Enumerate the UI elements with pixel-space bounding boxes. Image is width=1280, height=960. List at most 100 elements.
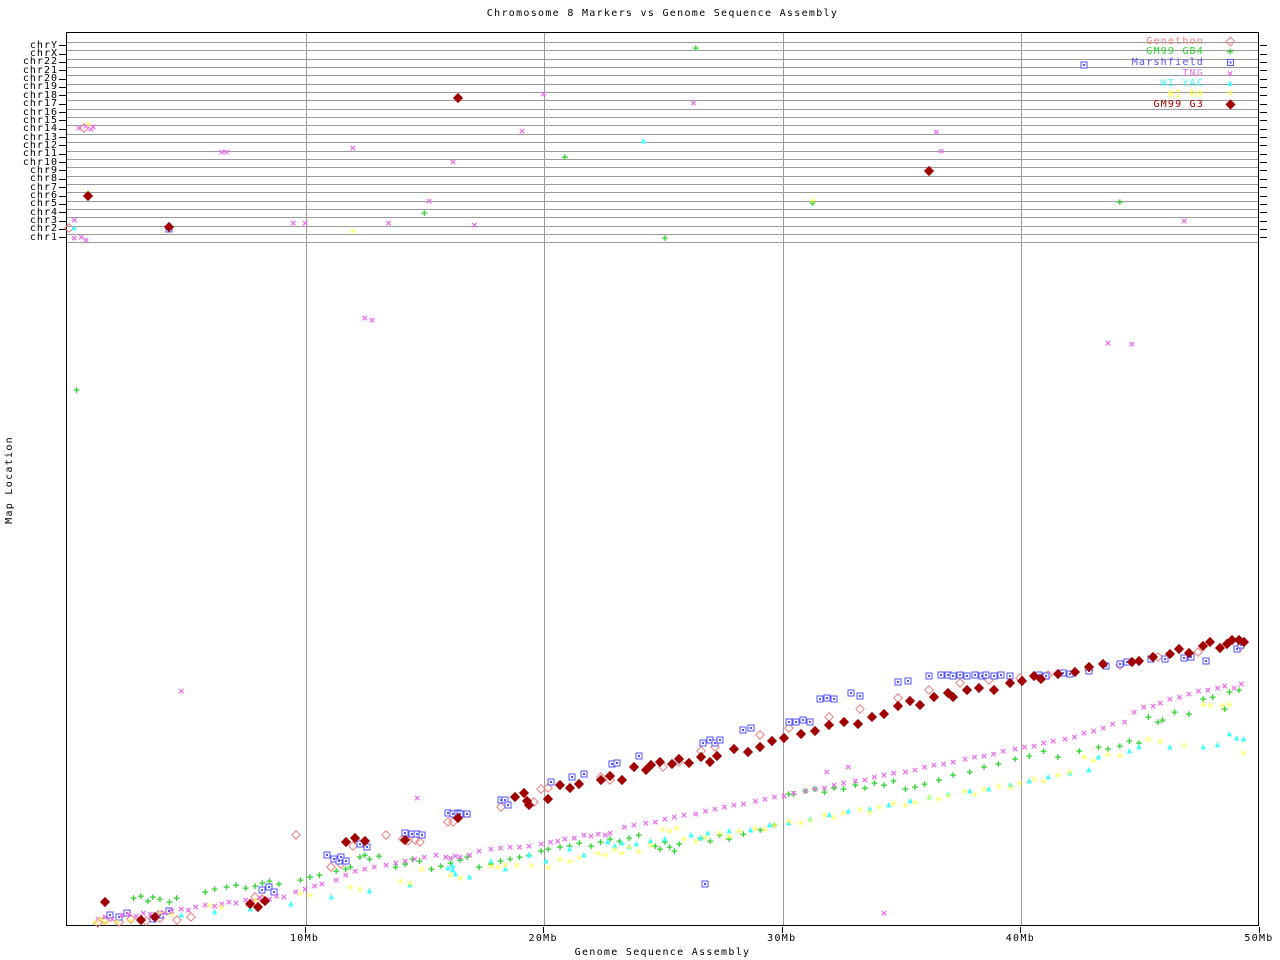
data-point-tng: × <box>540 88 547 99</box>
data-point-wi-rh: ✳ <box>544 864 552 873</box>
data-point-tng: × <box>1021 742 1028 753</box>
data-point-wi-rh: ✳ <box>785 819 793 828</box>
data-point-tng: × <box>643 818 650 829</box>
data-point-marshfield <box>580 771 587 778</box>
data-point-tng: × <box>192 902 199 913</box>
data-point-gm99-gb4: + <box>626 832 633 843</box>
data-point-tng: × <box>385 217 392 228</box>
data-point-tng: × <box>311 880 318 891</box>
data-point-wi-rh: ✳ <box>85 121 93 130</box>
data-point-tng: × <box>950 756 957 767</box>
data-point-tng: × <box>845 762 852 773</box>
data-point-tng: × <box>507 842 514 853</box>
data-point-wi-rh: ✳ <box>1066 770 1074 779</box>
x-tick-label-40mb: 40Mb <box>990 933 1050 944</box>
data-point-wi-rh: ✳ <box>875 805 883 814</box>
data-point-tng: × <box>1186 688 1193 699</box>
data-point-tng: × <box>350 143 357 154</box>
y-tick-mark-chr9 <box>59 170 66 171</box>
data-point-wi-rh: ✳ <box>702 835 710 844</box>
data-point-wi-rh: ✳ <box>218 904 226 913</box>
y-tick-mark-right-chr1 <box>1260 237 1267 238</box>
data-point-wi-rh: ✳ <box>735 829 743 838</box>
y-tick-mark-chr10 <box>59 162 66 163</box>
data-point-wi-rh: ✳ <box>168 912 176 921</box>
data-point-tng: × <box>1012 744 1019 755</box>
data-point-tng: × <box>76 122 83 133</box>
data-point-gm99-g3 <box>839 717 849 727</box>
data-point-wi-rh: ✳ <box>97 917 105 926</box>
data-point-tng: × <box>457 852 464 863</box>
data-point-wi-rh: ✳ <box>961 788 969 797</box>
data-point-marshfield <box>418 831 425 838</box>
data-point-gm99-gb4: + <box>981 762 988 773</box>
data-point-wi-rh: ✳ <box>830 814 838 823</box>
data-point-wi-yac: ▲ <box>1201 744 1206 751</box>
legend-label-tng: TNG <box>1040 68 1204 79</box>
data-point-gm99-g3 <box>712 751 722 761</box>
data-point-wi-rh: ✳ <box>1116 753 1124 762</box>
data-point-gm99-gb4: + <box>157 894 164 905</box>
data-point-marshfield <box>740 726 747 733</box>
y-tick-mark-right-chr7 <box>1260 187 1267 188</box>
asterisk-icon: ✳ <box>1226 90 1234 99</box>
chromosome-row-line <box>67 125 1258 126</box>
data-point-tng: × <box>802 786 809 797</box>
chromosome-row-line <box>67 192 1258 193</box>
data-point-tng: × <box>1238 679 1245 690</box>
data-point-wi-rh: ✳ <box>528 863 536 872</box>
data-point-marshfield <box>964 673 971 680</box>
data-point-tng: × <box>178 686 185 697</box>
data-point-gm99-g3 <box>879 710 889 720</box>
y-tick-mark-chr21 <box>59 70 66 71</box>
data-point-gm99-gb4: + <box>1171 706 1178 717</box>
data-point-tng: × <box>233 897 240 908</box>
data-point-wi-yac: ▲ <box>467 873 472 880</box>
data-point-wi-yac: ▲ <box>288 901 293 908</box>
data-point-tng: × <box>1221 680 1228 691</box>
data-point-tng: × <box>411 853 418 864</box>
data-point-marshfield <box>800 716 807 723</box>
data-point-gm99-g3 <box>629 762 639 772</box>
y-tick-mark-right-chr4 <box>1260 212 1267 213</box>
data-point-gm99-g3 <box>989 685 999 695</box>
data-point-gm99-gb4: + <box>562 151 569 162</box>
y-tick-mark-chr4 <box>59 212 66 213</box>
data-point-wi-rh: ✳ <box>926 795 934 804</box>
chromosome-row-line <box>67 167 1258 168</box>
data-point-tng: × <box>962 754 969 765</box>
data-point-gm99-g3 <box>1174 644 1184 654</box>
y-tick-mark-right-chr17 <box>1260 104 1267 105</box>
data-point-wi-rh: ✳ <box>602 853 610 862</box>
data-point-tng: × <box>488 844 495 855</box>
chromosome-row-line <box>67 184 1258 185</box>
data-point-gm99-g3 <box>729 744 739 754</box>
data-point-wi-yac: ▲ <box>1167 744 1172 751</box>
data-point-gm99-gb4: + <box>73 384 80 395</box>
data-point-tng: × <box>693 808 700 819</box>
data-point-tng: × <box>852 776 859 787</box>
data-point-marshfield <box>950 673 957 680</box>
chromosome-row-line <box>67 209 1258 210</box>
chromosome-row-line <box>67 142 1258 143</box>
y-tick-mark-right-chr16 <box>1260 112 1267 113</box>
legend-label-wi-yac: WI YAC <box>1040 78 1204 89</box>
data-point-tng: × <box>1167 694 1174 705</box>
legend-symbol-cell: ✳ <box>1204 90 1256 99</box>
legend-item-tng: TNG× <box>1040 68 1256 79</box>
data-point-wi-rh: ✳ <box>128 918 136 927</box>
x-tick-label-20mb: 20Mb <box>513 933 573 944</box>
legend-label-marshfield: Marshfield <box>1040 57 1204 68</box>
data-point-gm99-gb4: + <box>662 233 669 244</box>
chart-title: Chromosome 8 Markers vs Genome Sequence … <box>66 8 1259 19</box>
data-point-gm99-gb4: + <box>1126 736 1133 747</box>
data-point-wi-rh: ✳ <box>1040 779 1048 788</box>
data-point-tng: × <box>1000 746 1007 757</box>
legend-label-wi-rh: WI RH <box>1040 89 1204 100</box>
data-point-tng: × <box>702 805 709 816</box>
data-point-wi-rh: ✳ <box>356 887 364 896</box>
data-point-tng: × <box>588 830 595 841</box>
data-point-tng: × <box>1214 682 1221 693</box>
data-point-tng: × <box>721 802 728 813</box>
data-point-tng: × <box>1131 706 1138 717</box>
